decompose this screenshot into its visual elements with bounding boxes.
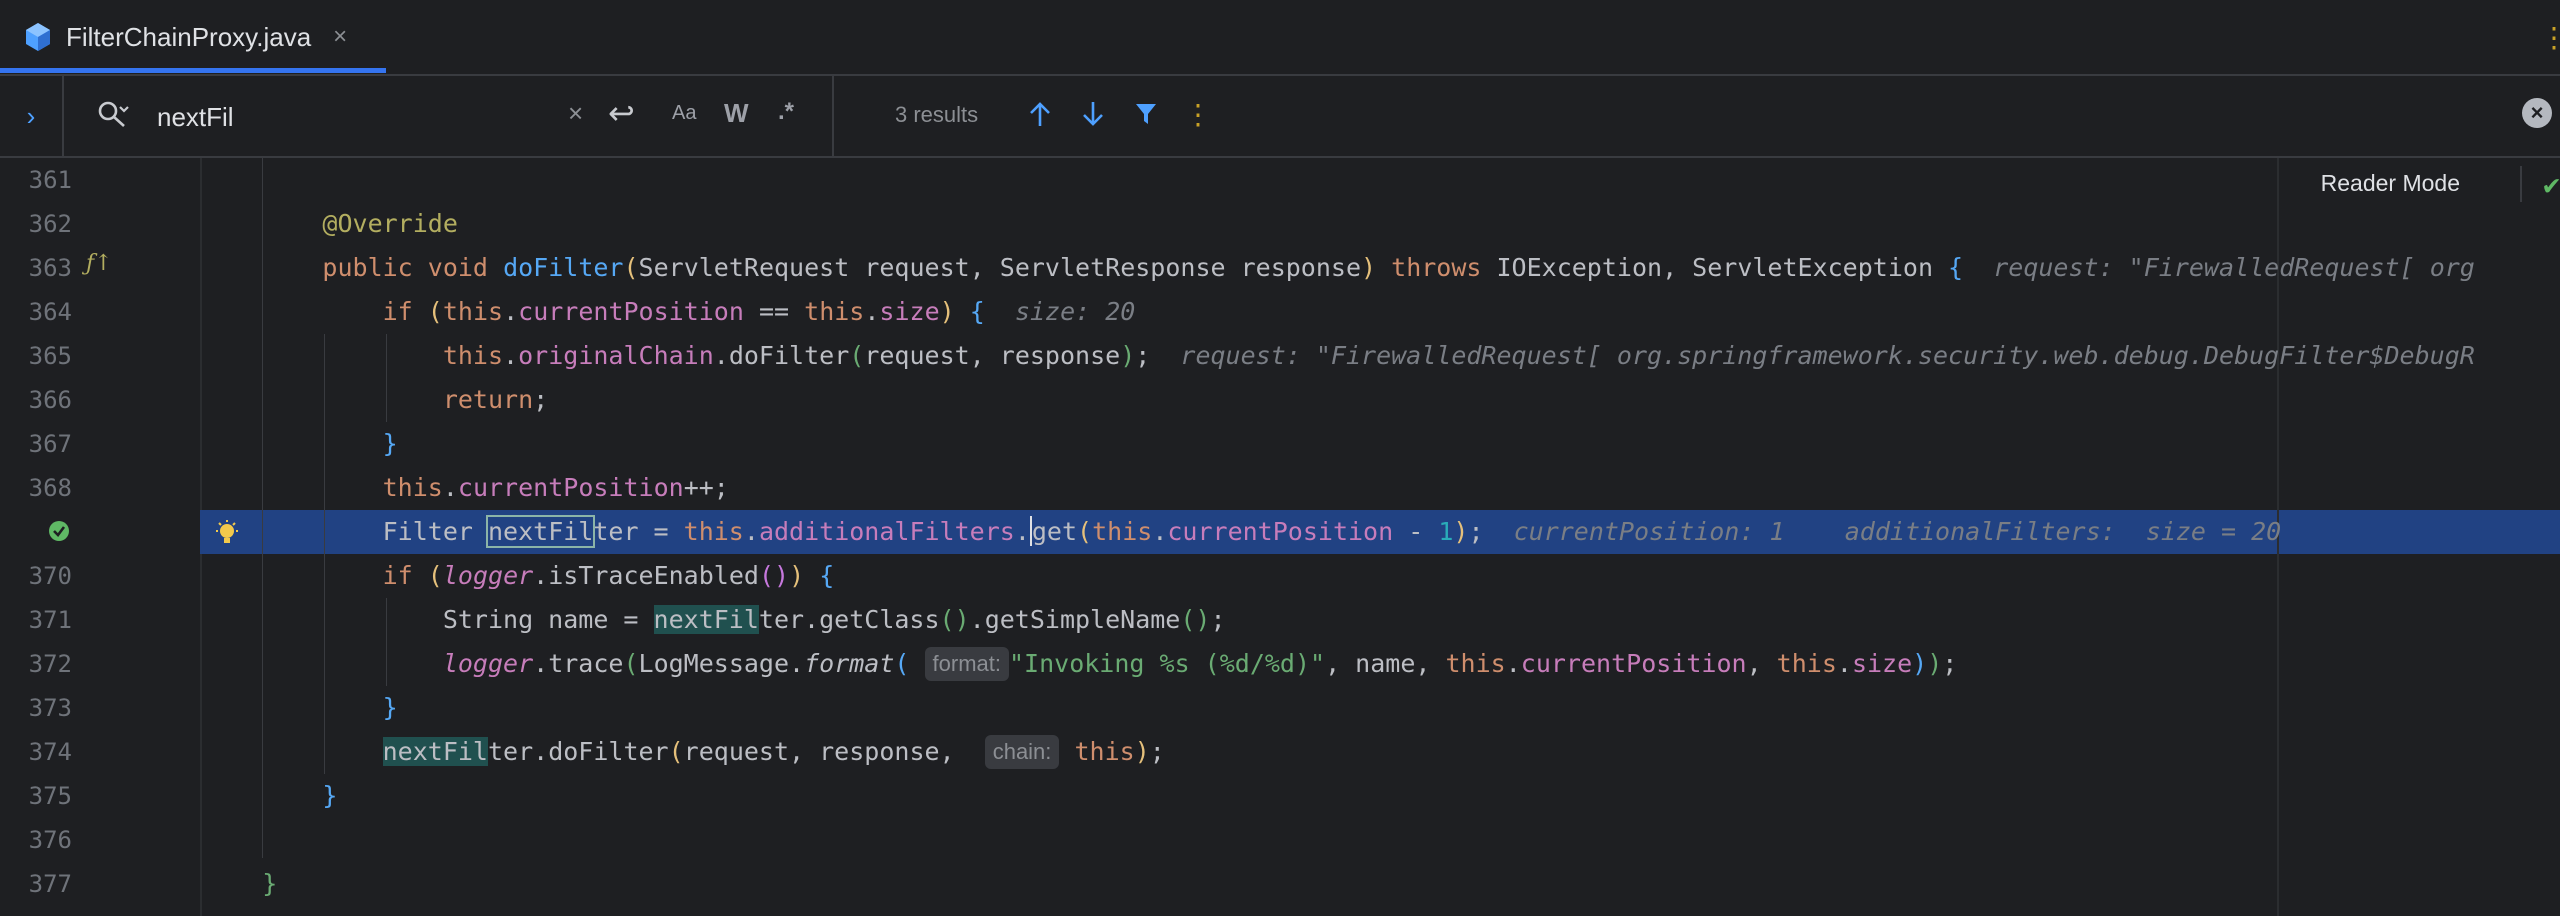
search-result-count: 3 results: [895, 102, 979, 127]
code-line: @Override: [322, 209, 458, 238]
line-number: 377: [28, 870, 72, 898]
line-number: 367: [28, 430, 72, 458]
line-number: 362: [28, 210, 72, 238]
overrides-method-icon[interactable]: ƒ↑: [86, 251, 113, 276]
search-history-icon[interactable]: [96, 98, 130, 132]
code-line-current: Filter nextFilter = this.additionalFilte…: [202, 515, 2282, 548]
arrow-down-icon: [1083, 102, 1103, 126]
code-line: }: [382, 693, 398, 722]
more-icon[interactable]: ⋮: [2540, 18, 2560, 58]
inline-value-hint: additionalFilters: size = 20: [1844, 517, 2282, 546]
inline-value-hint: currentPosition: 1: [1513, 517, 1785, 546]
editor-tab-bar: FilterChainProxy.java × ⋮: [0, 0, 2560, 76]
line-number: 363: [28, 254, 72, 282]
inline-value-hint: size: 20: [1014, 297, 1136, 326]
execution-point-icon[interactable]: [48, 519, 70, 548]
clear-search-button[interactable]: ×: [568, 98, 583, 129]
code-line: String name = nextFilter.getClass().getS…: [202, 605, 1226, 634]
code-editor[interactable]: 361 362 363 364 365 366 367 368 370 371 …: [0, 158, 2560, 916]
code-line: }: [382, 429, 398, 458]
line-number: 366: [28, 386, 72, 414]
words-toggle[interactable]: W: [724, 98, 749, 129]
line-number: 370: [28, 562, 72, 590]
regex-toggle[interactable]: .*: [778, 98, 794, 126]
line-number: 361: [28, 166, 72, 194]
close-find-bar-icon[interactable]: ×: [2522, 98, 2552, 128]
tab-title: FilterChainProxy.java: [66, 21, 312, 52]
next-occurrence-button[interactable]: [1073, 94, 1113, 134]
expand-replace-chevron-icon[interactable]: ›: [0, 76, 64, 156]
search-match-current[interactable]: nextFil: [485, 515, 596, 548]
line-number: 372: [28, 650, 72, 678]
code-line: this.currentPosition++;: [382, 473, 729, 502]
line-number: 373: [28, 694, 72, 722]
find-options-icon[interactable]: ⋮: [1178, 94, 1218, 134]
code-line: logger.trace(LogMessage.format( format: "…: [202, 642, 2560, 686]
search-input[interactable]: [155, 96, 539, 138]
line-number: 365: [28, 342, 72, 370]
text-caret: [1029, 516, 1032, 546]
line-number: 364: [28, 298, 72, 326]
filter-button[interactable]: [1126, 94, 1166, 134]
search-match[interactable]: nextFil: [382, 737, 488, 766]
new-line-button[interactable]: ↩: [608, 94, 635, 132]
code-line: this.originalChain.doFilter(request, res…: [442, 341, 2475, 370]
line-number: 375: [28, 782, 72, 810]
filter-icon: [1136, 104, 1156, 124]
line-number: 376: [28, 826, 72, 854]
code-area[interactable]: Reader Mode ✔ @Override public void doFi…: [202, 158, 2560, 916]
line-number: 371: [28, 606, 72, 634]
file-tab[interactable]: FilterChainProxy.java ×: [0, 0, 386, 74]
code-line: nextFilter.doFilter(request, response, c…: [202, 730, 2560, 774]
code-line: return;: [442, 385, 549, 414]
parameter-hint: format:: [924, 647, 1009, 681]
find-separator: [832, 76, 834, 156]
parameter-hint: chain:: [984, 735, 1060, 769]
active-tab-indicator: [0, 68, 386, 73]
match-case-toggle[interactable]: Aa: [672, 102, 696, 125]
code-line: if (this.currentPosition == this.size) {…: [382, 297, 1136, 326]
line-number: 374: [28, 738, 72, 766]
inline-value-hint: request: "FirewalledRequest[ org.springf…: [1180, 341, 2475, 370]
code-line: }: [262, 869, 278, 898]
find-bar: › × ↩ Aa W .* 3 results ⋮ ×: [0, 76, 2560, 158]
previous-occurrence-button[interactable]: [1020, 94, 1060, 134]
java-class-icon: [26, 23, 50, 51]
code-line: }: [322, 781, 338, 810]
code-line: if (logger.isTraceEnabled()) {: [382, 561, 835, 590]
inline-value-hint: request: "FirewalledRequest[ org: [1993, 253, 2475, 282]
editor-gutter: 361 362 363 364 365 366 367 368 370 371 …: [0, 158, 202, 916]
tab-close-button[interactable]: ×: [333, 23, 347, 51]
arrow-up-icon: [1030, 102, 1050, 126]
line-number: 368: [28, 474, 72, 502]
code-line: public void doFilter(ServletRequest requ…: [322, 253, 2475, 282]
search-match[interactable]: nextFil: [653, 605, 759, 634]
